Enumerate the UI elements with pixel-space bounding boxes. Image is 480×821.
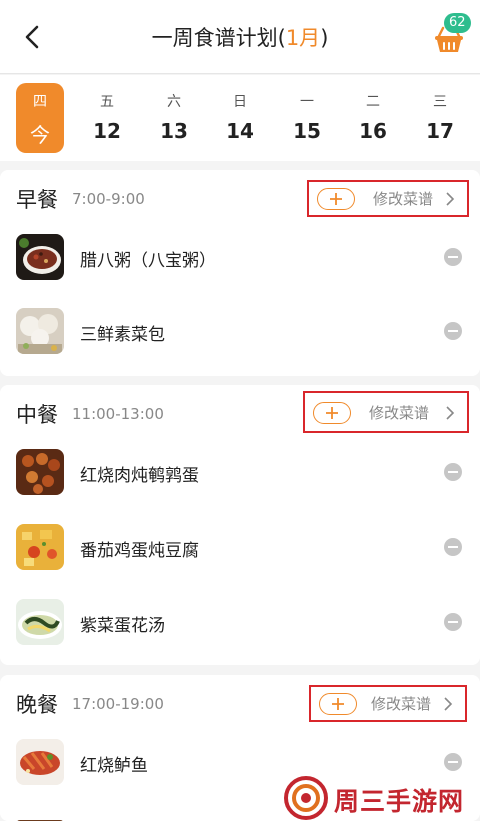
chevron-right-icon (446, 406, 455, 420)
day-item-fri[interactable]: 五 12 (83, 83, 131, 153)
plus-icon (330, 193, 342, 205)
edit-menu-group: 修改菜谱 (303, 391, 469, 433)
dish-thumbnail-tomato-tofu (16, 524, 64, 570)
weekday-label: 一 (300, 94, 314, 110)
day-item-sat[interactable]: 六 13 (150, 83, 198, 153)
dish-name: 红烧鲈鱼 (80, 756, 148, 776)
day-item-tue[interactable]: 二 16 (349, 83, 397, 153)
top-bar: 一周食谱计划(1月) 62 (0, 0, 480, 74)
edit-menu-link[interactable]: 修改菜谱 (369, 402, 429, 423)
edit-menu-link[interactable]: 修改菜谱 (371, 693, 431, 714)
meal-time: 17:00-19:00 (72, 695, 164, 713)
meal-header: 晚餐 17:00-19:00 修改菜谱 (0, 675, 480, 731)
remove-dish-icon[interactable] (444, 322, 462, 340)
week-selector: 四 今 五 12 六 13 日 14 一 15 二 16 三 17 (0, 75, 480, 161)
remove-dish-icon[interactable] (444, 248, 462, 266)
dish-name: 紫菜蛋花汤 (80, 616, 165, 636)
watermark-logo-icon (284, 776, 328, 820)
dish-item[interactable]: 紫菜蛋花汤 (0, 587, 480, 657)
watermark-text: 周三手游网 (334, 787, 465, 816)
remove-dish-icon[interactable] (444, 463, 462, 481)
add-dish-button[interactable] (319, 693, 357, 715)
meal-card-breakfast: 早餐 7:00-9:00 修改菜谱 腊八粥（八宝粥） 三鲜素菜包 (0, 170, 480, 376)
weekday-label: 四 (33, 94, 47, 110)
weekday-label: 六 (167, 94, 181, 110)
meal-time: 11:00-13:00 (72, 405, 164, 423)
add-dish-button[interactable] (313, 402, 351, 424)
dish-name: 腊八粥（八宝粥） (80, 251, 216, 271)
dish-thumbnail-buns (16, 308, 64, 354)
date-label: 13 (160, 119, 188, 143)
dish-name: 番茄鸡蛋炖豆腐 (80, 541, 199, 561)
dish-name: 三鲜素菜包 (80, 325, 165, 345)
cart-count-badge: 62 (444, 13, 471, 33)
meal-card-lunch: 中餐 11:00-13:00 修改菜谱 红烧肉炖鹌鹑蛋 番茄鸡蛋炖豆腐 紫菜蛋花… (0, 385, 480, 665)
remove-dish-icon[interactable] (444, 753, 462, 771)
day-item-wed[interactable]: 三 17 (416, 83, 464, 153)
dish-thumbnail-porridge (16, 234, 64, 280)
add-dish-button[interactable] (317, 188, 355, 210)
weekday-label: 日 (233, 94, 247, 110)
date-label: 12 (93, 119, 121, 143)
dish-thumbnail-braised-pork (16, 449, 64, 495)
dish-thumbnail-partial (16, 813, 64, 821)
dish-name: 红烧肉炖鹌鹑蛋 (80, 466, 199, 486)
remove-dish-icon[interactable] (444, 613, 462, 631)
weekday-label: 二 (366, 94, 380, 110)
page-title: 一周食谱计划(1月) (0, 22, 480, 52)
meal-title: 早餐 (16, 188, 58, 212)
dish-item[interactable]: 三鲜素菜包 (0, 296, 480, 366)
edit-menu-group: 修改菜谱 (309, 685, 467, 722)
plus-icon (326, 407, 338, 419)
meal-header: 早餐 7:00-9:00 修改菜谱 (0, 170, 480, 226)
chevron-right-icon (444, 697, 453, 711)
chevron-right-icon (446, 192, 455, 206)
day-item-sun[interactable]: 日 14 (216, 83, 264, 153)
title-prefix: 一周食谱计划( (151, 26, 286, 50)
watermark: 周三手游网 (284, 776, 480, 821)
remove-dish-icon[interactable] (444, 538, 462, 556)
dish-item[interactable]: 番茄鸡蛋炖豆腐 (0, 512, 480, 582)
date-label: 16 (359, 119, 387, 143)
day-item-thu[interactable]: 四 今 (16, 83, 64, 153)
plus-icon (332, 698, 344, 710)
date-label: 14 (226, 119, 254, 143)
meal-time: 7:00-9:00 (72, 190, 145, 208)
dish-item[interactable]: 红烧肉炖鹌鹑蛋 (0, 437, 480, 507)
date-label: 15 (293, 119, 321, 143)
title-month[interactable]: 1月 (286, 26, 320, 50)
meal-header: 中餐 11:00-13:00 修改菜谱 (0, 385, 480, 441)
meal-title: 晚餐 (16, 693, 58, 717)
edit-menu-link[interactable]: 修改菜谱 (373, 188, 433, 209)
weekday-label: 三 (433, 94, 447, 110)
date-label: 今 (30, 123, 50, 147)
edit-menu-group: 修改菜谱 (307, 180, 469, 217)
date-label: 17 (426, 119, 454, 143)
weekday-label: 五 (100, 94, 114, 110)
dish-thumbnail-seaweed-soup (16, 599, 64, 645)
dish-thumbnail-braised-fish (16, 739, 64, 785)
dish-item[interactable]: 腊八粥（八宝粥） (0, 222, 480, 292)
day-item-mon[interactable]: 一 15 (283, 83, 331, 153)
title-suffix: ) (320, 26, 329, 50)
meal-title: 中餐 (16, 403, 58, 427)
